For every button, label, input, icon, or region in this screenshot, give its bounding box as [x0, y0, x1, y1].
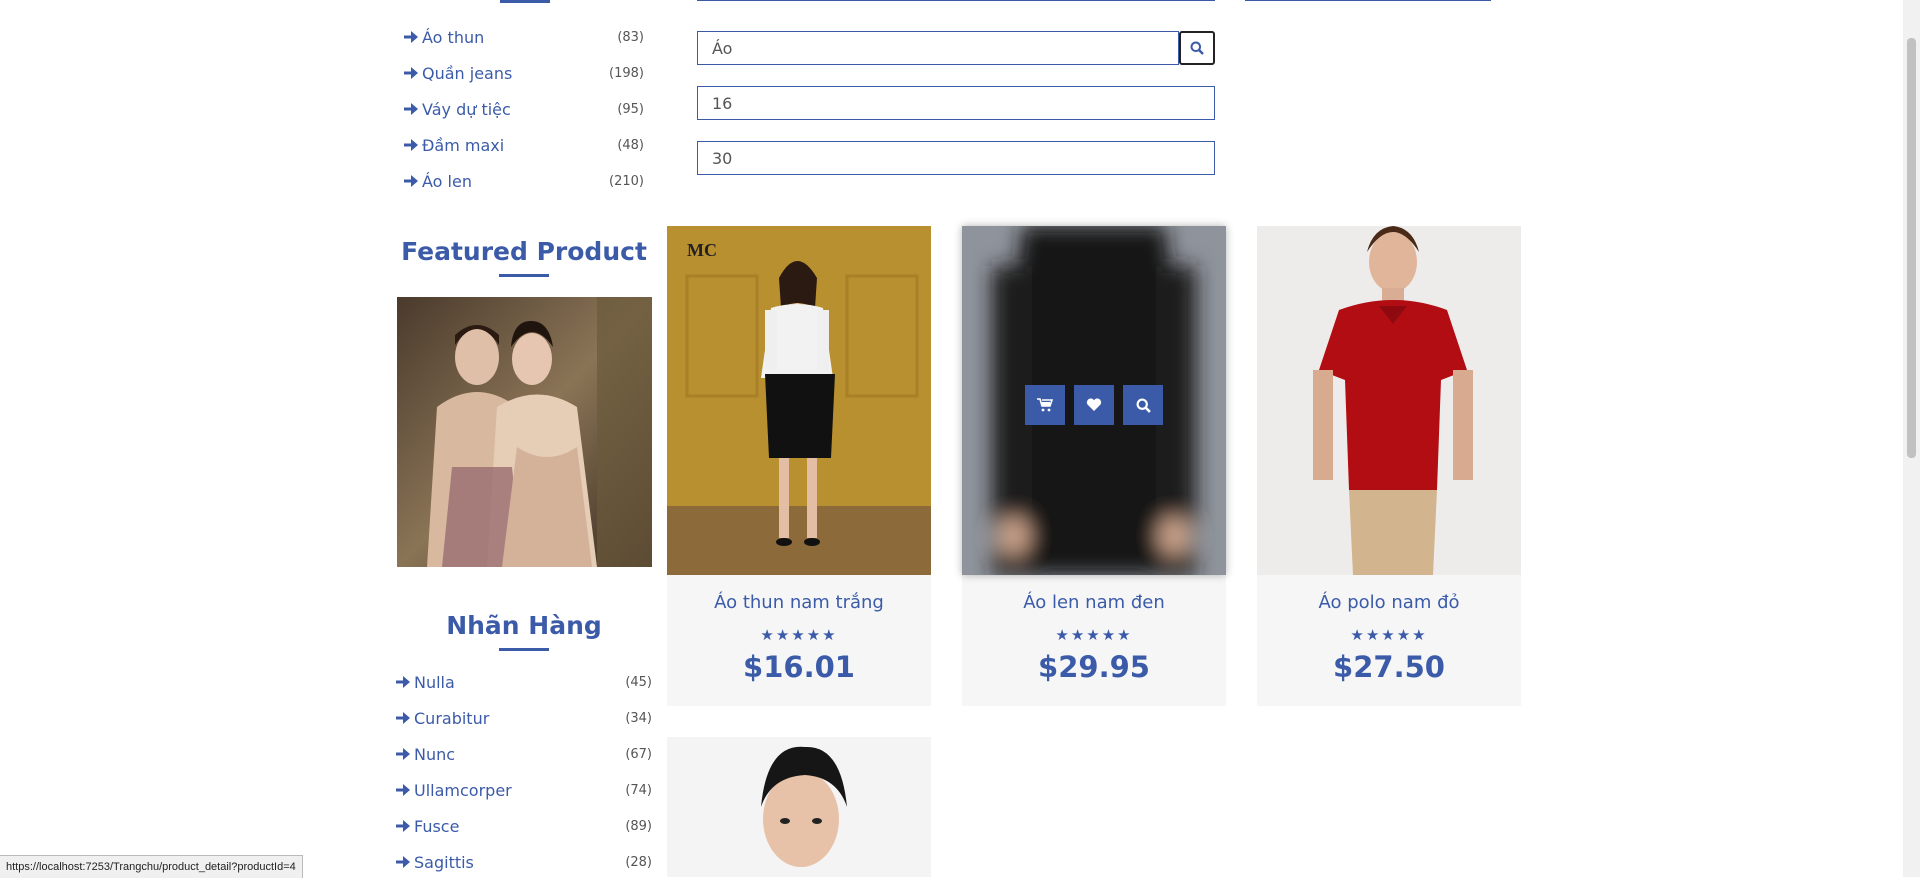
add-to-cart-button[interactable]: [1025, 385, 1065, 425]
add-to-wishlist-button[interactable]: [1074, 385, 1114, 425]
category-count: (95): [617, 101, 644, 117]
brands-title-underline: [499, 648, 549, 651]
arrow-right-icon: [396, 784, 410, 796]
svg-text:MC: MC: [687, 240, 717, 260]
featured-title-underline: [499, 274, 549, 277]
arrow-right-icon: [396, 712, 410, 724]
cart-icon: [1037, 398, 1053, 412]
product-price: $16.01: [743, 650, 855, 684]
rating-stars: ★★★★★: [1055, 626, 1133, 644]
arrow-right-icon: [404, 139, 418, 151]
product-name[interactable]: Áo len nam đen: [962, 592, 1226, 613]
category-label[interactable]: Áo len: [422, 172, 472, 191]
product-price: $29.95: [1038, 650, 1150, 684]
product-price: $27.50: [1333, 650, 1445, 684]
page-scrollbar[interactable]: [1903, 0, 1920, 877]
quick-view-button[interactable]: [1123, 385, 1163, 425]
arrow-right-icon: [404, 67, 418, 79]
search-button[interactable]: [1179, 31, 1215, 65]
category-label[interactable]: Đầm maxi: [422, 136, 504, 155]
brand-item[interactable]: Fusce (89): [396, 812, 652, 840]
product-image[interactable]: [1257, 226, 1521, 575]
heart-icon: [1086, 398, 1102, 411]
product-photo-white-shirt: MC: [667, 226, 931, 575]
brands-title: Nhãn Hàng: [446, 611, 602, 640]
category-label[interactable]: Váy dự tiệc: [422, 100, 511, 119]
category-item[interactable]: Quần jeans (198): [404, 59, 644, 87]
category-item[interactable]: Váy dự tiệc (95): [404, 95, 644, 123]
category-title-underline: [500, 0, 550, 3]
search-panel-top-border: [697, 0, 1215, 1]
brand-count: (34): [625, 710, 652, 726]
category-count: (48): [617, 137, 644, 153]
brand-item[interactable]: Nulla (45): [396, 668, 652, 696]
product-card[interactable]: MC Áo thun nam trắng ★★★★★ $16.01: [667, 226, 931, 706]
product-name[interactable]: Áo polo nam đỏ: [1257, 592, 1521, 613]
product-photo-man-portrait: [667, 737, 931, 877]
product-image[interactable]: MC: [667, 226, 931, 575]
max-price-input[interactable]: 30: [697, 141, 1215, 175]
category-count: (210): [609, 173, 644, 189]
featured-product-title: Featured Product: [401, 237, 647, 266]
product-name[interactable]: Áo thun nam trắng: [667, 592, 931, 613]
arrow-right-icon: [396, 676, 410, 688]
product-card[interactable]: Áo polo nam đỏ ★★★★★ $27.50: [1257, 226, 1521, 706]
product-card[interactable]: [667, 737, 931, 877]
arrow-right-icon: [396, 820, 410, 832]
brand-item[interactable]: Sagittis (28): [396, 848, 652, 876]
product-card[interactable]: Áo len nam đen ★★★★★ $29.95: [962, 226, 1226, 706]
arrow-right-icon: [396, 856, 410, 868]
rating-stars: ★★★★★: [760, 626, 838, 644]
brand-item[interactable]: Curabitur (34): [396, 704, 652, 732]
min-price-value: 16: [712, 93, 733, 113]
rating-stars: ★★★★★: [1350, 626, 1428, 644]
arrow-right-icon: [404, 103, 418, 115]
min-price-input[interactable]: 16: [697, 86, 1215, 120]
category-item[interactable]: Áo thun (83): [404, 23, 644, 51]
brand-label[interactable]: Nunc: [414, 745, 455, 764]
search-keyword-value: Áo: [712, 38, 733, 58]
search-icon: [1136, 398, 1151, 413]
brand-count: (89): [625, 818, 652, 834]
search-keyword-input[interactable]: Áo: [697, 31, 1179, 65]
arrow-right-icon: [404, 31, 418, 43]
brand-item[interactable]: Nunc (67): [396, 740, 652, 768]
category-count: (198): [609, 65, 644, 81]
brand-count: (74): [625, 782, 652, 798]
brand-label[interactable]: Curabitur: [414, 709, 489, 728]
featured-product-image[interactable]: [397, 297, 652, 567]
filter-panel-top-border: [1245, 0, 1491, 1]
category-item[interactable]: Áo len (210): [404, 167, 644, 195]
arrow-right-icon: [396, 748, 410, 760]
brand-count: (28): [625, 854, 652, 870]
browser-status-bar: https://localhost:7253/Trangchu/product_…: [0, 855, 303, 878]
scrollbar-thumb[interactable]: [1907, 38, 1916, 458]
product-image[interactable]: [962, 226, 1226, 575]
category-label[interactable]: Quần jeans: [422, 64, 512, 83]
category-label[interactable]: Áo thun: [422, 28, 484, 47]
brand-label[interactable]: Ullamcorper: [414, 781, 512, 800]
category-count: (83): [617, 29, 644, 45]
max-price-value: 30: [712, 148, 733, 168]
product-photo-red-polo: [1257, 226, 1521, 575]
brand-item[interactable]: Ullamcorper (74): [396, 776, 652, 804]
brand-label[interactable]: Nulla: [414, 673, 455, 692]
featured-photo: [397, 297, 652, 567]
brand-count: (67): [625, 746, 652, 762]
arrow-right-icon: [404, 175, 418, 187]
brand-label[interactable]: Sagittis: [414, 853, 474, 872]
brand-count: (45): [625, 674, 652, 690]
category-item[interactable]: Đầm maxi (48): [404, 131, 644, 159]
search-icon: [1190, 41, 1204, 55]
brand-label[interactable]: Fusce: [414, 817, 459, 836]
